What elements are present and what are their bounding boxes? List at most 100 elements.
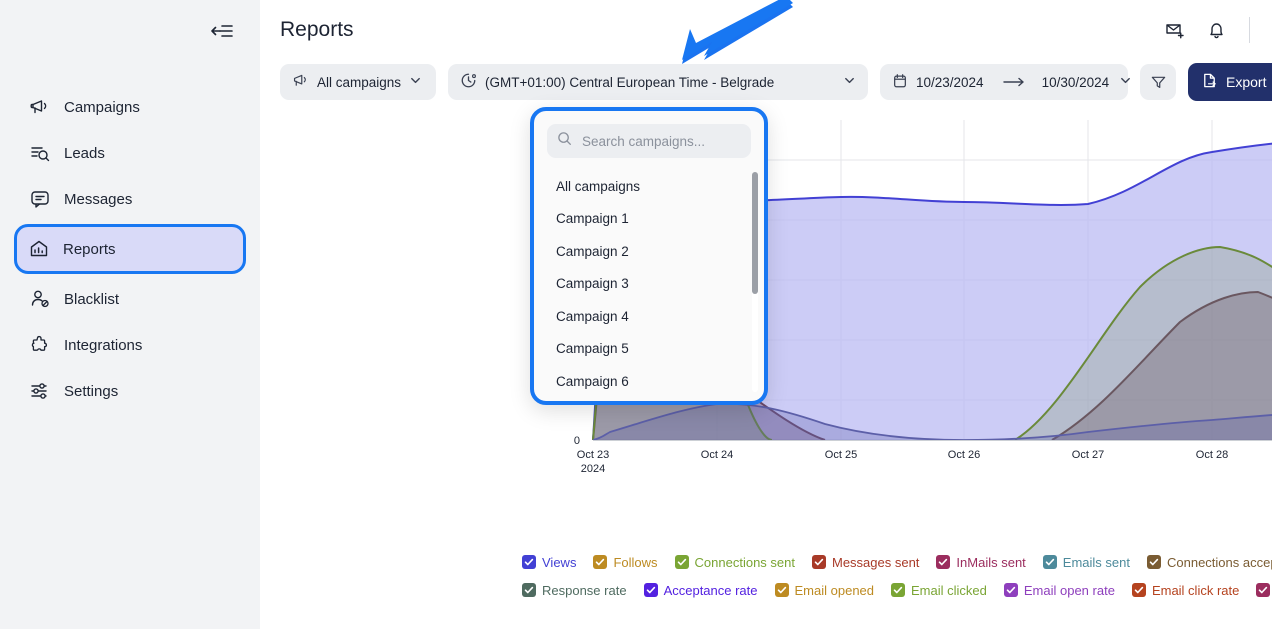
x-tick-label: Oct 24 [701, 449, 733, 461]
sidebar-item-label: Blacklist [64, 291, 119, 308]
chevron-down-icon [1119, 74, 1132, 87]
filter-toolbar: All campaigns (GMT+01:00) Central Europe… [260, 60, 1272, 104]
legend-checkbox[interactable] [775, 583, 789, 597]
check-icon [892, 584, 904, 596]
sidebar-item-messages[interactable]: Messages [16, 178, 244, 220]
sidebar-item-integrations[interactable]: Integrations [16, 324, 244, 366]
sidebar-item-blacklist[interactable]: Blacklist [16, 278, 244, 320]
sliders-icon [30, 381, 64, 401]
mail-add-button[interactable] [1157, 13, 1191, 47]
legend-checkbox[interactable] [522, 555, 536, 569]
campaign-dropdown-panel[interactable]: All campaignsCampaign 1Campaign 2Campaig… [530, 107, 768, 405]
x-tick-label: Oct 26 [948, 449, 980, 461]
toolbar-divider [1249, 17, 1250, 43]
legend-item[interactable]: Response rate [522, 583, 627, 598]
timezone-select[interactable]: (GMT+01:00) Central European Time - Belg… [448, 64, 868, 100]
export-button[interactable]: Export [1188, 63, 1272, 101]
sidebar-item-label: Integrations [64, 337, 142, 354]
legend-checkbox[interactable] [812, 555, 826, 569]
campaign-filter-button[interactable]: All campaigns [280, 64, 436, 100]
export-file-icon [1201, 72, 1218, 92]
legend-checkbox[interactable] [522, 583, 536, 597]
legend-item[interactable]: Email opened [775, 583, 875, 598]
legend-item[interactable]: Views [522, 555, 576, 570]
check-icon [676, 556, 688, 568]
legend-item[interactable]: Emails sent [1043, 555, 1130, 570]
x-tick-label: Oct 27 [1072, 449, 1104, 461]
legend-checkbox[interactable] [644, 583, 658, 597]
date-range-chevron[interactable] [1119, 74, 1132, 90]
date-range-start: 10/23/2024 [916, 75, 984, 90]
sidebar-item-settings[interactable]: Settings [16, 370, 244, 412]
legend-checkbox[interactable] [1256, 583, 1270, 597]
sidebar-item-reports[interactable]: Reports [14, 224, 246, 274]
legend-item[interactable]: Follows [593, 555, 657, 570]
legend-item[interactable]: Email open rate [1004, 583, 1115, 598]
legend-checkbox[interactable] [1043, 555, 1057, 569]
campaign-option[interactable]: Campaign 5 [534, 333, 764, 366]
date-range-picker[interactable]: 10/23/2024 10/30/2024 [880, 64, 1128, 100]
user-block-icon [30, 289, 64, 309]
legend-checkbox[interactable] [1132, 583, 1146, 597]
x-axis-year-label: 2024 [581, 463, 605, 475]
page-title: Reports [280, 18, 354, 42]
legend-label: Email open rate [1024, 583, 1115, 598]
campaign-search-box[interactable] [547, 124, 751, 158]
check-icon [1257, 584, 1269, 596]
legend-item[interactable]: Connections accepted [1147, 555, 1272, 570]
campaign-filter-chevron[interactable] [409, 74, 422, 90]
check-icon [813, 556, 825, 568]
legend-item[interactable]: Acceptance rate [644, 583, 758, 598]
puzzle-icon [30, 335, 64, 355]
sidebar-item-leads[interactable]: Leads [16, 132, 244, 174]
sidebar-item-campaigns[interactable]: Campaigns [16, 86, 244, 128]
chart-legend: Views Follows Connections sent Messages sen… [522, 548, 1272, 604]
date-range-separator [1003, 75, 1025, 90]
legend-item[interactable]: Email clicked [891, 583, 987, 598]
timezone-chevron[interactable] [843, 74, 856, 90]
legend-checkbox[interactable] [1147, 555, 1161, 569]
campaign-option-list: All campaignsCampaign 1Campaign 2Campaig… [534, 164, 764, 396]
campaign-option[interactable]: Campaign 4 [534, 300, 764, 333]
dropdown-scrollbar-thumb[interactable] [752, 172, 758, 294]
legend-item[interactable]: Messages sent [812, 555, 919, 570]
sidebar-item-label: Campaigns [64, 99, 140, 116]
campaign-option[interactable]: Campaign 3 [534, 268, 764, 301]
legend-label: Email clicked [911, 583, 987, 598]
timezone-label: (GMT+01:00) Central European Time - Belg… [485, 75, 835, 90]
campaign-option[interactable]: Campaign 1 [534, 203, 764, 236]
arrow-right-icon [1003, 77, 1025, 87]
legend-row: Response rate Acceptance rate Email opened… [522, 576, 1272, 604]
message-icon [30, 189, 64, 209]
legend-checkbox[interactable] [593, 555, 607, 569]
legend-checkbox[interactable] [675, 555, 689, 569]
collapse-sidebar-button[interactable] [208, 18, 236, 44]
main-content: Reports [260, 0, 1272, 629]
legend-item[interactable]: Connections sent [675, 555, 795, 570]
chevron-down-icon [843, 74, 856, 87]
sidebar: Campaigns Leads [0, 0, 260, 629]
user-avatar-button[interactable] [1266, 13, 1272, 47]
legend-label: Acceptance rate [664, 583, 758, 598]
check-icon [1133, 584, 1145, 596]
legend-checkbox[interactable] [891, 583, 905, 597]
sidebar-nav: Campaigns Leads [0, 0, 260, 412]
search-input[interactable] [580, 133, 741, 150]
advanced-filter-button[interactable] [1140, 64, 1176, 100]
legend-checkbox[interactable] [936, 555, 950, 569]
search-icon [557, 131, 572, 151]
legend-item[interactable]: Email click rate [1132, 583, 1239, 598]
legend-label: Follows [613, 555, 657, 570]
legend-item[interactable]: Email verified [1256, 583, 1272, 598]
legend-checkbox[interactable] [1004, 583, 1018, 597]
topbar-actions [1157, 13, 1272, 47]
legend-label: Emails sent [1063, 555, 1130, 570]
campaign-option[interactable]: Campaign 2 [534, 235, 764, 268]
campaign-option[interactable]: Campaign 6 [534, 365, 764, 398]
campaign-option[interactable]: All campaigns [534, 170, 764, 203]
bell-icon [1206, 20, 1227, 41]
legend-item[interactable]: InMails sent [936, 555, 1025, 570]
notifications-button[interactable] [1199, 13, 1233, 47]
megaphone-icon [292, 72, 309, 92]
export-label: Export [1226, 74, 1266, 90]
